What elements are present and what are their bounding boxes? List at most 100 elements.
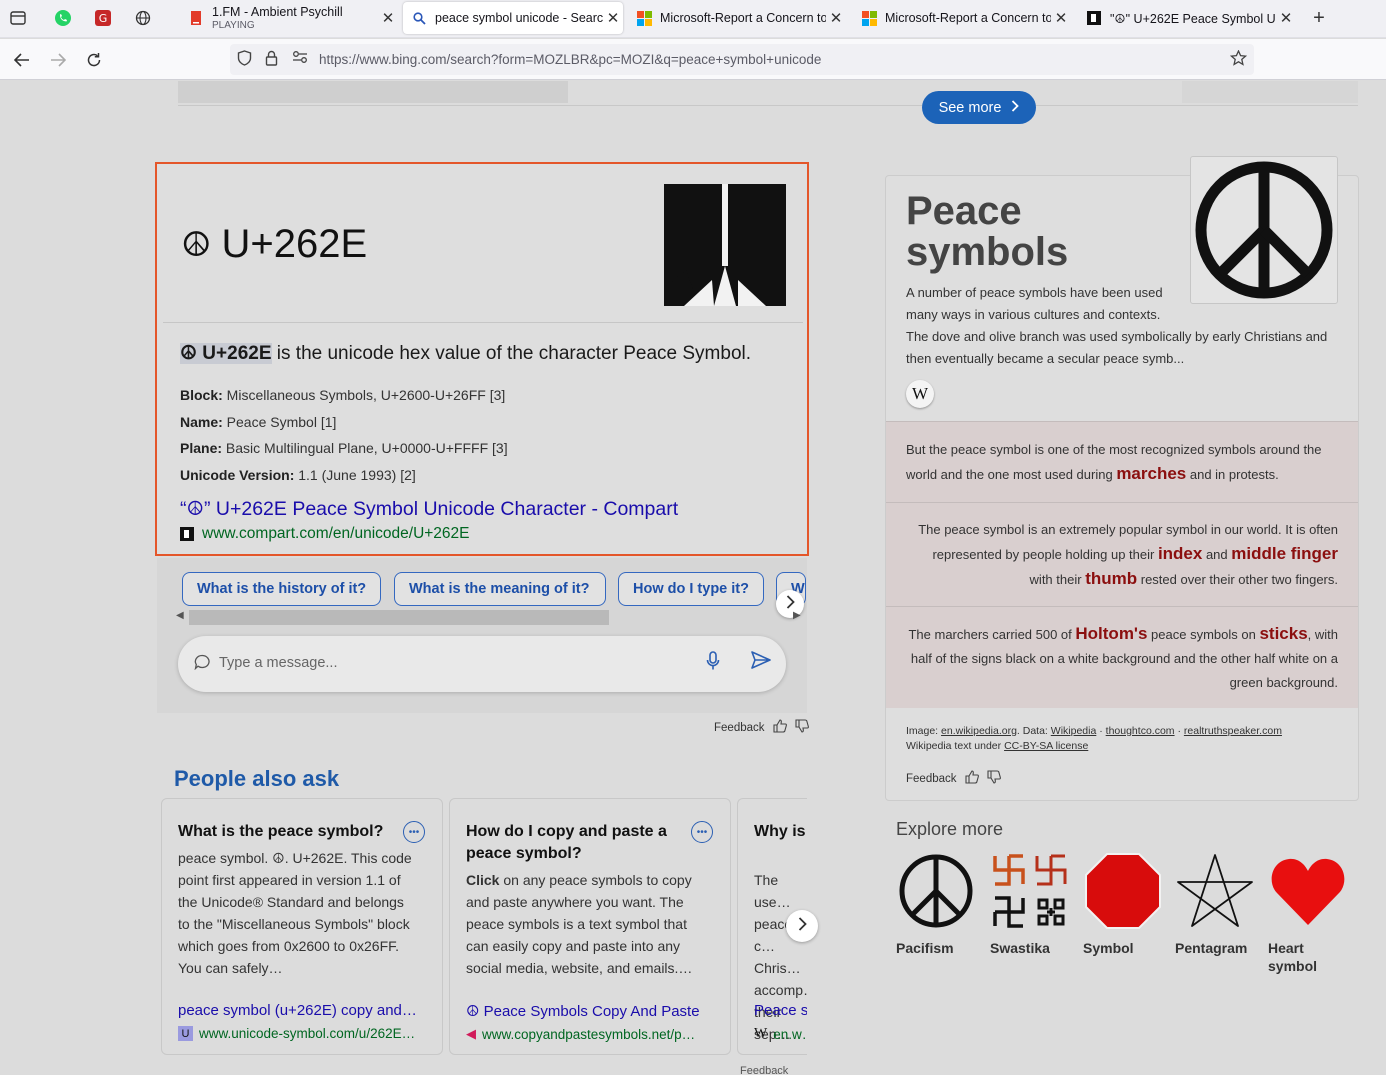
- tab-bing-search[interactable]: peace symbol unicode - Search ✕: [403, 2, 623, 34]
- chips-scrollbar[interactable]: ◀ ▶: [174, 609, 804, 626]
- feedback-label[interactable]: Feedback: [714, 722, 765, 734]
- close-tab-icon[interactable]: ✕: [1051, 9, 1071, 27]
- see-more-button[interactable]: See more: [922, 91, 1036, 124]
- highlighted-code: ☮ U+262E: [180, 343, 272, 364]
- answer-heading: ☮ U+262E: [181, 222, 367, 267]
- page-content: See more ☮ U+262E ☮ U+262E is the unicod…: [0, 81, 1386, 1075]
- peace-symbol-image[interactable]: [664, 184, 786, 306]
- explore-item-swastika[interactable]: Swastika: [990, 851, 1070, 957]
- explore-more-title: Explore more: [896, 819, 1004, 839]
- explore-item-label: Pentagram: [1175, 940, 1248, 956]
- close-tab-icon[interactable]: ✕: [1276, 9, 1296, 27]
- back-arrow-icon[interactable]: [10, 48, 34, 72]
- paa-question[interactable]: How do I copy and paste a peace symbol?: [466, 821, 681, 865]
- feedback-row: Feedback: [714, 719, 809, 736]
- license-link[interactable]: CC-BY-SA license: [1004, 740, 1088, 752]
- pinned-app-tab-icon[interactable]: G: [94, 9, 112, 27]
- chat-input-box[interactable]: Type a message...: [178, 636, 786, 692]
- suggestion-chip[interactable]: What is the history of it?: [182, 572, 381, 606]
- chat-input-placeholder[interactable]: Type a message...: [219, 655, 337, 671]
- tab-compart[interactable]: "☮" U+262E Peace Symbol Unic ✕: [1078, 2, 1296, 34]
- unicode-symbol-favicon: U: [178, 1026, 193, 1041]
- tab-microsoft-report-1[interactable]: Microsoft-Report a Concern to ✕: [628, 2, 846, 34]
- kp-keyword-link[interactable]: thumb: [1085, 569, 1137, 588]
- feedback-label[interactable]: Feedback: [740, 1065, 788, 1075]
- paa-card[interactable]: What is the peace symbol? ••• peace symb…: [161, 798, 443, 1055]
- pacifism-icon: [896, 851, 976, 931]
- feedback-label[interactable]: Feedback: [906, 773, 957, 785]
- tab-radio[interactable]: 1.FM - Ambient Psychill PLAYING ✕: [180, 2, 398, 34]
- image-thumbnail[interactable]: [1182, 81, 1358, 103]
- chat-question-icon[interactable]: •••: [403, 821, 425, 843]
- thumbs-up-icon[interactable]: [964, 770, 979, 787]
- tab-overview-icon[interactable]: [9, 9, 27, 27]
- explore-item-symbol[interactable]: Symbol: [1083, 851, 1163, 957]
- kp-keyword-link[interactable]: marches: [1116, 464, 1186, 483]
- kp-keyword-link[interactable]: middle finger: [1231, 544, 1338, 563]
- chat-question-icon[interactable]: •••: [691, 821, 713, 843]
- scrollbar-thumb[interactable]: [189, 610, 609, 625]
- kp-keyword-link[interactable]: index: [1158, 544, 1202, 563]
- paa-source-link[interactable]: peace symbol (u+262E) copy and…: [178, 1002, 417, 1019]
- explore-item-pentagram[interactable]: Pentagram: [1175, 851, 1255, 957]
- paa-question[interactable]: What is the peace symbol?: [178, 821, 393, 843]
- new-tab-icon[interactable]: +: [1310, 7, 1328, 29]
- scroll-right-icon[interactable]: ▶: [793, 610, 801, 621]
- address-bar[interactable]: https://www.bing.com/search?form=MOZLBR&…: [230, 44, 1254, 75]
- credit-link[interactable]: thoughtco.com: [1106, 725, 1175, 737]
- kp-description-2: The dove and olive branch was used symbo…: [906, 329, 1328, 366]
- forward-arrow-icon[interactable]: [46, 48, 70, 72]
- fact-row: Block: Miscellaneous Symbols, U+2600-U+2…: [180, 387, 506, 403]
- chevron-right-icon: [798, 916, 807, 936]
- lock-icon[interactable]: [265, 50, 278, 69]
- paa-source-url[interactable]: W en.w…: [754, 1026, 807, 1042]
- kp-credits: Image: en.wikipedia.org. Data: Wikipedia…: [906, 725, 1282, 752]
- thumbs-down-icon[interactable]: [794, 719, 809, 736]
- svg-text:G: G: [99, 12, 108, 25]
- peace-glyph: ☮: [181, 225, 212, 264]
- paa-question[interactable]: Why is the peace…: [754, 821, 807, 843]
- explore-item-pacifism[interactable]: Pacifism: [896, 851, 976, 957]
- reload-icon[interactable]: [82, 48, 106, 72]
- close-tab-icon[interactable]: ✕: [378, 9, 398, 27]
- microphone-icon[interactable]: [706, 651, 720, 676]
- kp-keyword-link[interactable]: Holtom's: [1075, 624, 1147, 643]
- whatsapp-pinned-tab-icon[interactable]: [54, 9, 72, 27]
- compart-icon: [1086, 10, 1102, 26]
- globe-pinned-tab-icon[interactable]: [134, 9, 152, 27]
- unicode-answer-card: ☮ U+262E ☮ U+262E is the unicode hex val…: [155, 162, 809, 556]
- credit-link[interactable]: en.wikipedia.org: [941, 725, 1017, 737]
- close-tab-icon[interactable]: ✕: [603, 9, 623, 27]
- explore-item-heart-symbol[interactable]: Heart symbol: [1268, 851, 1348, 975]
- tab-title: 1.FM - Ambient Psychill: [212, 5, 343, 19]
- credit-link[interactable]: realtruthspeaker.com: [1184, 725, 1282, 737]
- shield-icon[interactable]: [237, 50, 252, 69]
- peace-sign-image[interactable]: [1190, 156, 1338, 304]
- paa-next-button[interactable]: [786, 910, 818, 942]
- paa-card[interactable]: How do I copy and paste a peace symbol? …: [449, 798, 731, 1055]
- scroll-left-icon[interactable]: ◀: [176, 610, 184, 621]
- image-thumbnail[interactable]: [178, 81, 568, 103]
- suggestion-chip[interactable]: What is the meaning of it?: [394, 572, 606, 606]
- paa-source-link[interactable]: Peace s…: [754, 1002, 807, 1019]
- tab-microsoft-report-2[interactable]: Microsoft-Report a Concern to ✕: [853, 2, 1071, 34]
- close-tab-icon[interactable]: ✕: [826, 9, 846, 27]
- thumbs-up-icon[interactable]: [772, 719, 787, 736]
- kp-keyword-link[interactable]: sticks: [1259, 624, 1307, 643]
- chat-bubble-icon: [194, 654, 211, 674]
- permissions-icon[interactable]: [292, 50, 308, 67]
- source-url[interactable]: www.compart.com/en/unicode/U+262E: [180, 525, 470, 543]
- paa-source-link[interactable]: ☮ Peace Symbols Copy And Paste: [466, 1002, 700, 1020]
- kp-fact-section: But the peace symbol is one of the most …: [886, 421, 1358, 502]
- send-icon[interactable]: [750, 650, 772, 676]
- wikipedia-icon[interactable]: W: [906, 380, 934, 408]
- image-strip-remnant: [178, 81, 1358, 106]
- paa-source-url[interactable]: ◀ www.copyandpastesymbols.net/p…: [466, 1026, 695, 1042]
- paa-source-url[interactable]: U www.unicode-symbol.com/u/262E…: [178, 1026, 415, 1041]
- bookmark-star-icon[interactable]: [1229, 49, 1248, 69]
- suggestion-chip[interactable]: How do I type it?: [618, 572, 764, 606]
- source-link[interactable]: “☮” U+262E Peace Symbol Unicode Characte…: [180, 497, 678, 521]
- credit-link[interactable]: Wikipedia: [1051, 725, 1097, 737]
- answer-lead-text: is the unicode hex value of the characte…: [271, 343, 752, 364]
- thumbs-down-icon[interactable]: [986, 770, 1001, 787]
